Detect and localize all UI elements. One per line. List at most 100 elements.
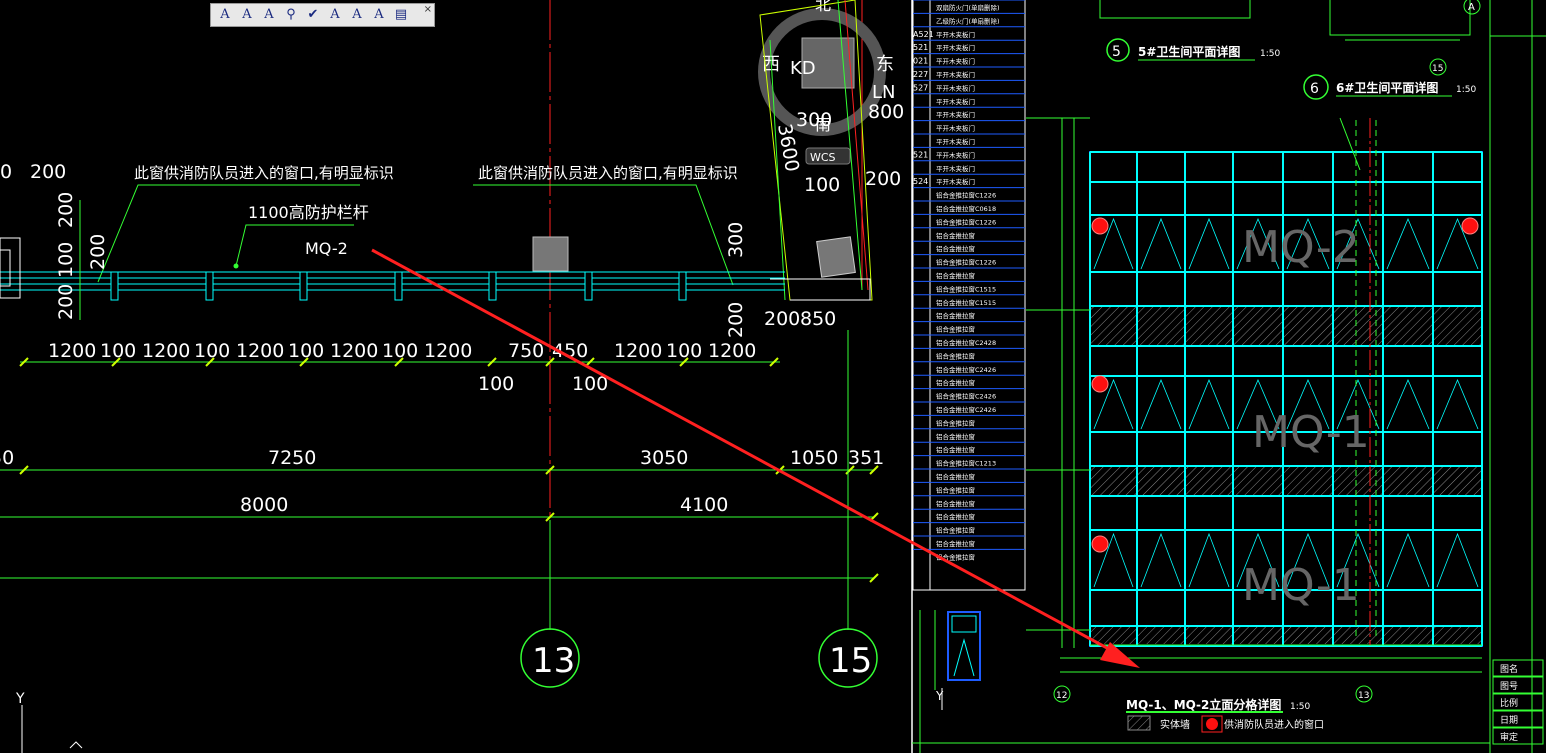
schedule-row-label: 铝合金推拉窗 — [936, 512, 975, 521]
schedule-row-label: 铝合金推拉窗C2426 — [936, 365, 996, 374]
legend-hatch-label: 实体墙 — [1160, 718, 1190, 731]
text-scale-icon[interactable]: A — [347, 6, 367, 24]
mq2-callout[interactable]: MQ-2 — [305, 239, 348, 258]
mq1-label-a: MQ-1 — [1252, 407, 1370, 458]
dim-row1-label: 100 — [666, 340, 702, 362]
dim-row3-0: 8000 — [240, 494, 288, 516]
dim-row1-label: 1200 — [614, 340, 662, 362]
schedule-row-label: 铝合金推拉窗C1515 — [936, 284, 996, 293]
left-viewport[interactable]: 西 东 北 南 KD LN WCS 300 3600 800 100 200 此… — [0, 0, 904, 753]
detail-scale-5: 1:50 — [1260, 49, 1280, 59]
schedule-row-label: 铝合金推拉窗C1226 — [936, 258, 996, 267]
mq1-label-b: MQ-1 — [1242, 560, 1360, 611]
schedule-row-label: 平开木夹板门 — [936, 97, 975, 106]
cad-drawing-canvas[interactable]: 西 东 北 南 KD LN WCS 300 3600 800 100 200 此… — [0, 0, 1546, 753]
schedule-row-label: 平开木夹板门 — [936, 83, 975, 92]
compass-north[interactable]: 北 — [815, 0, 831, 14]
dim-row1-label: 100 — [382, 340, 418, 362]
legend-red-label: 供消防队员进入的窗口 — [1224, 718, 1324, 731]
dim-v-200e: 200 — [725, 302, 747, 338]
mq2-label: MQ-2 — [1242, 222, 1360, 273]
dim-top-0: 0 — [0, 161, 12, 183]
schedule-row-label: 铝合金推拉窗 — [936, 539, 975, 548]
axis-label-12: 12 — [1056, 691, 1067, 701]
title-block: 图名图号比例日期审定 — [1492, 659, 1544, 745]
schedule-row-label: 平开木夹板门 — [936, 110, 975, 119]
dim-v-300: 300 — [725, 222, 747, 258]
dim-top-200: 200 — [30, 161, 66, 183]
schedule-row-label: 平开木夹板门 — [936, 30, 975, 39]
find-text-icon[interactable]: ⚲ — [281, 6, 301, 24]
text-edit-icon[interactable]: A — [259, 6, 279, 24]
note-fire-window-left: 此窗供消防队员进入的窗口,有明显标识 — [134, 164, 394, 182]
title-block-cell: 图名 — [1500, 663, 1518, 675]
detail-scale-6: 1:50 — [1456, 85, 1476, 95]
detail-num-6: 6 — [1310, 81, 1319, 97]
curtain-wall-elevation: MQ-2 MQ-1 MQ-1 12 13 — [1026, 117, 1483, 703]
schedule-row-label: 铝合金推拉窗C2426 — [936, 392, 996, 401]
title-block-cell: 比例 — [1500, 697, 1518, 709]
note-fire-window-right: 此窗供消防队员进入的窗口,有明显标识 — [478, 164, 738, 182]
schedule-row-label: 铝合金推拉窗 — [936, 244, 975, 253]
ucs-y-label-right: Y — [935, 689, 944, 703]
schedule-row-label: 铝合金推拉窗 — [936, 325, 975, 334]
fire-window-marker — [1091, 375, 1109, 393]
schedule-row-label: 铝合金推拉窗C1515 — [936, 298, 996, 307]
schedule-row-label: 平开木夹板门 — [936, 43, 975, 52]
column-block-right — [816, 236, 856, 278]
text-toolbar[interactable]: A A A ⚲ ✔ A A A ▤ × — [210, 3, 435, 27]
right-viewport[interactable]: 双扇防火门(单扇删除) 乙级防火门(单扇删除) 平开木夹板门平开木夹板门平开木夹板门… — [912, 0, 1546, 753]
legend-red-swatch — [1206, 718, 1218, 730]
spellcheck-icon[interactable]: ✔ — [303, 6, 323, 24]
dim-row3-1: 4100 — [680, 494, 728, 516]
schedule-row-code: 521 — [913, 150, 928, 159]
schedule-row-label: 铝合金推拉窗 — [936, 311, 975, 320]
dim-v-200b: 200 — [87, 234, 109, 270]
dim-v-200c: 200 — [55, 284, 77, 320]
schedule-row-label: 平开木夹板门 — [936, 177, 975, 186]
schedule-row-label: 铝合金推拉窗 — [936, 351, 975, 360]
schedule-row-label: 铝合金推拉窗 — [936, 526, 975, 535]
schedule-row-code: 524 — [913, 177, 928, 186]
detail-title-6: 6#卫生间平面详图 — [1336, 80, 1438, 95]
schedule-row-label: 平开木夹板门 — [936, 150, 975, 159]
schedule-row-label: 平开木夹板门 — [936, 164, 975, 173]
elevation-title: MQ-1、MQ-2立面分格详图 — [1126, 697, 1281, 712]
dim-100-right: 100 — [804, 174, 840, 196]
dim-row2-1: 7250 — [268, 447, 316, 469]
elevation-scale: 1:50 — [1290, 702, 1310, 712]
legend-hatch-swatch — [1127, 715, 1151, 731]
door-window-schedule-table: 双扇防火门(单扇删除) 乙级防火门(单扇删除) 平开木夹板门平开木夹板门平开木夹板门… — [912, 0, 1026, 591]
title-block-cell: 审定 — [1500, 731, 1518, 743]
wcs-button[interactable]: WCS — [810, 151, 836, 164]
schedule-row-label: 平开木夹板门 — [936, 57, 975, 66]
text-single-icon[interactable]: A — [215, 6, 235, 24]
axis-label-15: 15 — [829, 641, 872, 681]
axis-label-a: A — [1468, 2, 1475, 13]
text-convert-icon[interactable]: ▤ — [391, 6, 411, 24]
text-style-icon[interactable]: A — [325, 6, 345, 24]
fire-window-marker — [1091, 535, 1109, 553]
axis-label-15-right: 15 — [1432, 64, 1443, 74]
text-multi-icon[interactable]: A — [237, 6, 257, 24]
toolbar-close-icon[interactable]: × — [424, 4, 432, 15]
detail-num-5: 5 — [1112, 44, 1121, 60]
dim-850: 850 — [800, 308, 836, 330]
schedule-row-label: 平开木夹板门 — [936, 137, 975, 146]
schedule-row-label: 铝合金推拉窗C1226 — [936, 191, 996, 200]
fire-window-marker — [1461, 217, 1479, 235]
schedule-row-label: 双扇防火门(单扇删除) — [936, 3, 1000, 12]
compass-east[interactable]: 东 — [876, 54, 894, 75]
text-justify-icon[interactable]: A — [369, 6, 389, 24]
dim-300-right: 300 — [796, 109, 832, 131]
dim-row2-2: 3050 — [640, 447, 688, 469]
dim-200-right: 200 — [865, 168, 901, 190]
dim-row1-label: 1200 — [48, 340, 96, 362]
column-block-center — [532, 236, 569, 272]
schedule-row-label: 铝合金推拉窗C0618 — [936, 204, 996, 213]
dim-row2-0: 50 — [0, 447, 14, 469]
schedule-row-label: 铝合金推拉窗 — [936, 485, 975, 494]
rail-label: 1100高防护栏杆 — [248, 203, 369, 222]
dim-v-200a: 200 — [55, 192, 77, 228]
axis-label-13-right: 13 — [1358, 691, 1369, 701]
